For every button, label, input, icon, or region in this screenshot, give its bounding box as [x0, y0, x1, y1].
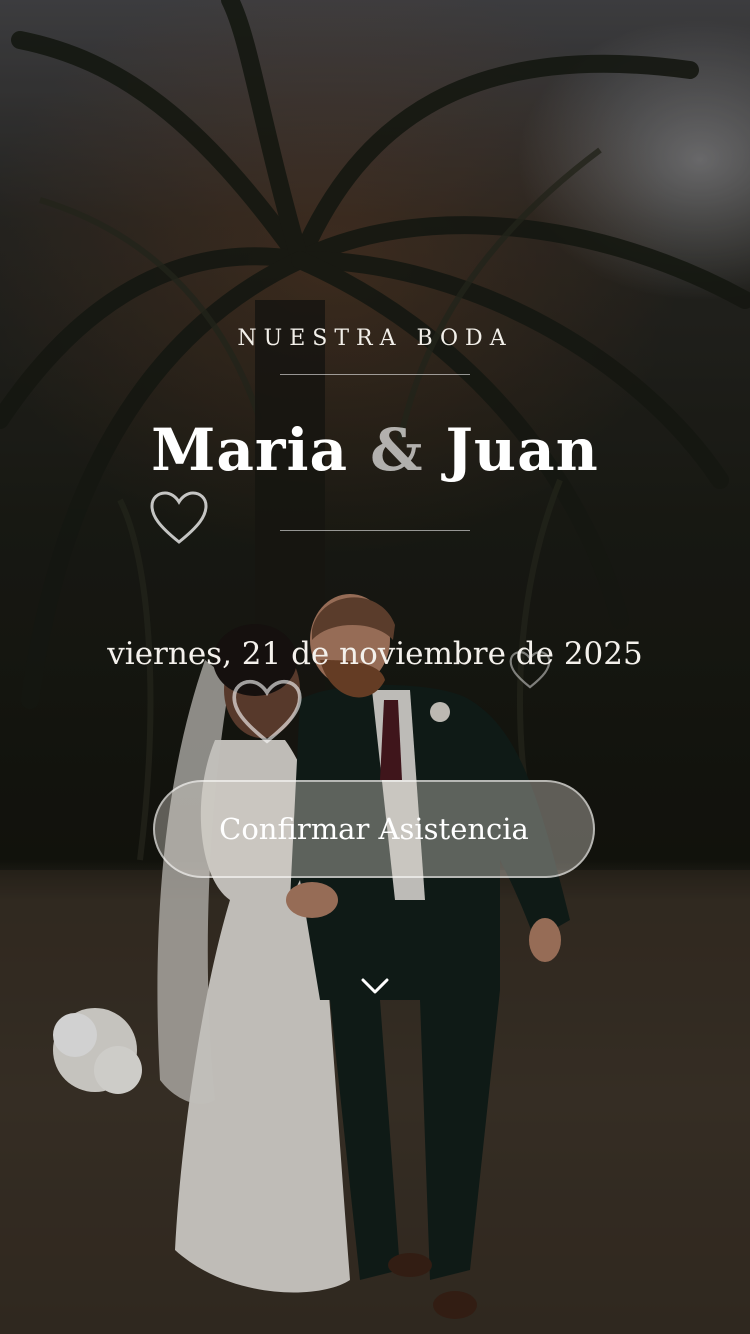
chevron-down-icon[interactable] [359, 974, 391, 998]
wedding-hero: NUESTRA BODA Maria & Juan viernes, 21 de n… [0, 0, 750, 1334]
heart-outline-icon [150, 491, 208, 544]
heart-outline-icon [232, 679, 302, 744]
partner-name-1: Maria [151, 416, 349, 484]
partner-name-2: Juan [445, 416, 599, 484]
eyebrow-title: NUESTRA BODA [237, 326, 513, 351]
wedding-date: viernes, 21 de noviembre de 2025 [107, 636, 643, 672]
ampersand: & [370, 416, 424, 484]
divider-bottom [280, 530, 470, 531]
divider-top [280, 374, 470, 375]
couple-names: Maria & Juan [0, 416, 750, 484]
rsvp-button[interactable]: Confirmar Asistencia [153, 780, 595, 878]
